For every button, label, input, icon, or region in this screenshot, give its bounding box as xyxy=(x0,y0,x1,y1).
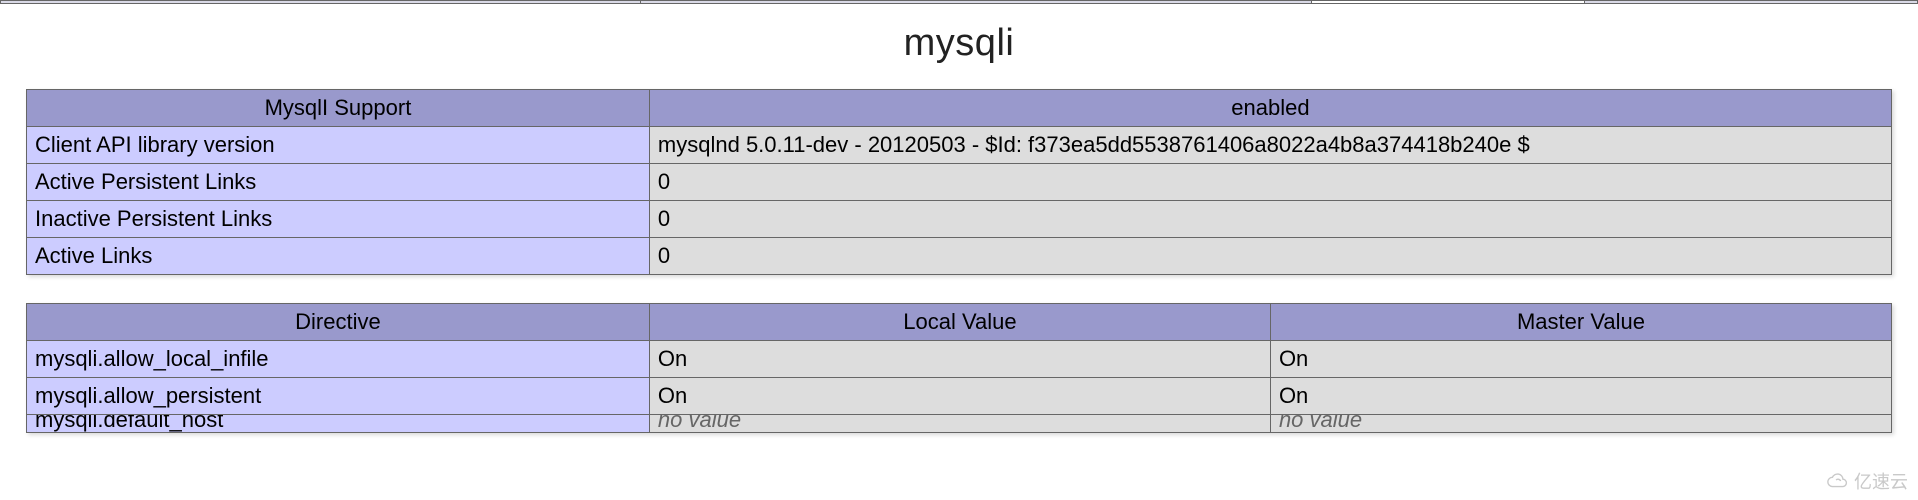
directive-name: mysqli.default_host xyxy=(27,415,650,433)
mysqli-info-table: MysqlI Support enabled Client API librar… xyxy=(26,89,1892,275)
info-label: Client API library version xyxy=(27,127,650,164)
directive-master: On xyxy=(1270,378,1891,415)
info-value: 0 xyxy=(649,238,1891,275)
info-header-row: MysqlI Support enabled xyxy=(27,90,1892,127)
directive-header: Directive xyxy=(27,304,650,341)
directive-master: On xyxy=(1270,341,1891,378)
directive-header-row: Directive Local Value Master Value xyxy=(27,304,1892,341)
directive-master: no value xyxy=(1270,415,1891,433)
local-value-header: Local Value xyxy=(649,304,1270,341)
section-title: mysqli xyxy=(26,22,1892,65)
directive-name: mysqli.allow_local_infile xyxy=(27,341,650,378)
info-value: 0 xyxy=(649,201,1891,238)
info-label: Active Links xyxy=(27,238,650,275)
info-value: mysqlnd 5.0.11-dev - 20120503 - $Id: f37… xyxy=(649,127,1891,164)
directive-local: On xyxy=(649,378,1270,415)
directive-local: On xyxy=(649,341,1270,378)
info-header-right: enabled xyxy=(649,90,1891,127)
watermark: 亿速云 xyxy=(1826,468,1908,494)
directive-local: no value xyxy=(649,415,1270,433)
info-header-left: MysqlI Support xyxy=(27,90,650,127)
master-value-header: Master Value xyxy=(1270,304,1891,341)
info-row: Inactive Persistent Links 0 xyxy=(27,201,1892,238)
mysqli-directive-table: Directive Local Value Master Value mysql… xyxy=(26,303,1892,433)
directive-row: mysqli.allow_local_infile On On xyxy=(27,341,1892,378)
directive-row-cutoff: mysqli.default_host no value no value xyxy=(27,415,1892,433)
info-value: 0 xyxy=(649,164,1891,201)
partial-table-top-border xyxy=(0,0,1918,4)
watermark-text: 亿速云 xyxy=(1854,468,1908,494)
directive-row: mysqli.allow_persistent On On xyxy=(27,378,1892,415)
info-label: Active Persistent Links xyxy=(27,164,650,201)
info-row: Active Persistent Links 0 xyxy=(27,164,1892,201)
cloud-icon xyxy=(1826,470,1848,492)
directive-name: mysqli.allow_persistent xyxy=(27,378,650,415)
info-label: Inactive Persistent Links xyxy=(27,201,650,238)
info-row: Client API library version mysqlnd 5.0.1… xyxy=(27,127,1892,164)
info-row: Active Links 0 xyxy=(27,238,1892,275)
